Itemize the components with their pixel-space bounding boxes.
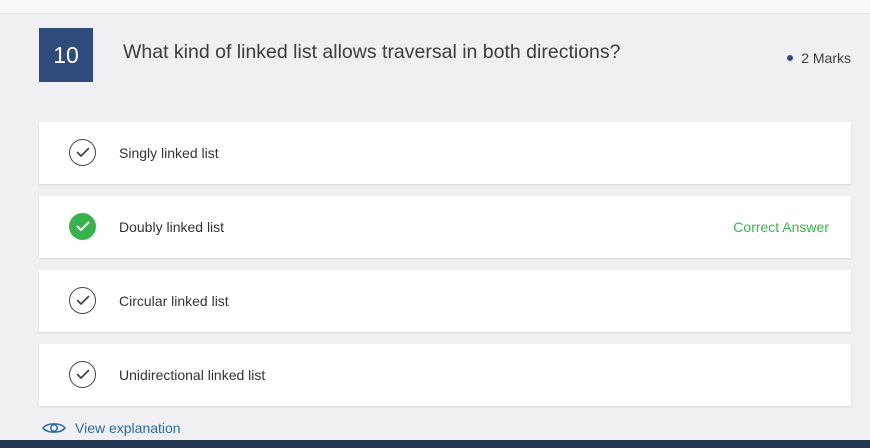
option-label: Doubly linked list	[119, 219, 225, 235]
correct-answer-badge: Correct Answer	[733, 219, 829, 235]
answer-option-4[interactable]: Unidirectional linked list	[39, 344, 851, 406]
view-explanation-label: View explanation	[75, 420, 181, 436]
option-label: Singly linked list	[119, 145, 219, 161]
answer-option-2[interactable]: Doubly linked list Correct Answer	[39, 196, 851, 258]
check-circle-icon	[69, 361, 96, 388]
bullet-icon	[787, 55, 794, 61]
answer-option-3[interactable]: Circular linked list	[39, 270, 851, 332]
answer-option-1[interactable]: Singly linked list	[39, 122, 851, 184]
option-label: Unidirectional linked list	[119, 367, 266, 383]
marks-label: 2 Marks	[801, 50, 851, 66]
question-number: 10	[39, 28, 93, 82]
correct-check-icon	[69, 213, 96, 240]
question-text: What kind of linked list allows traversa…	[123, 41, 621, 63]
marks-indicator: 2 Marks	[787, 50, 851, 66]
top-strip	[0, 0, 870, 14]
view-explanation-link[interactable]: View explanation	[42, 420, 181, 436]
bottom-bar	[0, 440, 870, 448]
check-circle-icon	[69, 287, 96, 314]
option-label: Circular linked list	[119, 293, 229, 309]
eye-icon	[42, 423, 66, 433]
check-circle-icon	[69, 139, 96, 166]
